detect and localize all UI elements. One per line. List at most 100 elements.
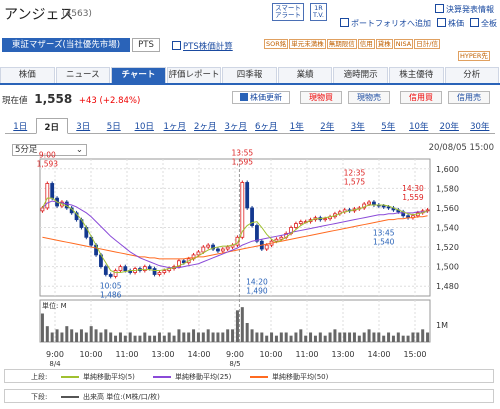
y-tick-label: 1,520: [436, 243, 459, 252]
ma5-swatch: [61, 376, 79, 378]
volume-bar: [50, 332, 54, 342]
y-tick-label: 1,500: [436, 263, 459, 272]
volume-bar: [323, 335, 327, 342]
candle-body: [381, 205, 386, 208]
volume-bar: [416, 332, 420, 342]
volume-bar: [294, 332, 298, 342]
volume-bar: [333, 329, 337, 342]
annotation-value: 1,486: [100, 290, 122, 299]
volume-swatch: [61, 396, 79, 398]
x-tick-label: 9:00: [226, 350, 244, 359]
y-tick-label: 1,540: [436, 224, 459, 233]
y-tick-label: 1,560: [436, 204, 459, 213]
volume-bar: [60, 332, 64, 342]
volume-bar: [309, 332, 313, 342]
volume-bar: [411, 332, 415, 342]
candle-body: [206, 244, 211, 248]
y-tick-label: 1,580: [436, 184, 459, 193]
volume-bar: [426, 332, 430, 342]
candle-body: [225, 246, 230, 250]
volume-unit-label: 単位: M: [42, 301, 67, 310]
volume-bar: [391, 335, 395, 342]
legend-ma25: 単純移動平均(25): [175, 373, 232, 381]
x-tick-label: 13:00: [151, 350, 174, 359]
candle-body: [279, 236, 284, 240]
volume-bar: [396, 332, 400, 342]
candle-body: [118, 266, 123, 271]
volume-bar: [235, 310, 239, 342]
annotation-value: 1,595: [232, 158, 254, 167]
volume-bar: [289, 335, 293, 342]
volume-bar: [133, 335, 137, 342]
volume-bar: [196, 332, 200, 342]
candle-body: [386, 206, 391, 209]
volume-bar: [304, 335, 308, 342]
x-tick-label: 10:00: [79, 350, 102, 359]
x-tick-label: 15:00: [403, 350, 426, 359]
legend-ma5: 単純移動平均(5): [83, 373, 135, 381]
volume-bar: [260, 332, 264, 342]
candle-body: [113, 270, 118, 277]
price-chart: 1,4801,5001,5201,5401,5601,5801,6009:00 1…: [37, 149, 459, 368]
candle-body: [220, 248, 225, 252]
candle-body: [181, 260, 186, 264]
volume-bar: [192, 329, 196, 342]
volume-axis-label: 1M: [436, 321, 448, 330]
candle-body: [50, 183, 55, 199]
annotation-time: 13:45: [373, 229, 395, 238]
candle-body: [196, 251, 201, 256]
candle-body: [216, 248, 220, 252]
volume-bar: [265, 335, 269, 342]
candle-body: [162, 270, 167, 273]
volume-bar: [274, 335, 278, 342]
volume-bar: [240, 307, 244, 342]
x-tick-label: 11:00: [115, 350, 138, 359]
candle-body: [152, 268, 157, 275]
volume-bar: [284, 332, 288, 342]
volume-bar: [338, 332, 342, 342]
volume-bar: [187, 332, 191, 342]
x-date-label: 8/4: [49, 360, 61, 368]
volume-bar: [367, 329, 371, 342]
annotation-value: 1,559: [402, 193, 424, 202]
volume-bar: [362, 332, 366, 342]
volume-bar: [313, 335, 317, 342]
annotation-value: 1,593: [37, 160, 59, 169]
x-tick-label: 14:00: [187, 350, 210, 359]
volume-bar: [109, 332, 113, 342]
volume-bar: [118, 332, 122, 342]
legend-ma50: 単純移動平均(50): [272, 373, 329, 381]
volume-bar: [157, 332, 161, 342]
legend-lower: 下段: 出来高 単位:(M株/口/枚): [4, 389, 494, 403]
candle-body: [274, 238, 279, 242]
annotation-time: 14:20: [246, 277, 268, 286]
candle-body: [323, 218, 328, 221]
annotation-time: 9:00: [39, 151, 56, 160]
volume-bar: [387, 332, 391, 342]
volume-bar: [143, 332, 147, 342]
annotation-time: 10:05: [100, 281, 122, 290]
volume-bar: [153, 335, 157, 342]
volume-bar: [65, 326, 69, 342]
annotation-time: 13:55: [232, 149, 254, 158]
volume-bar: [45, 326, 49, 342]
volume-bar: [128, 332, 132, 342]
volume-bar: [138, 335, 142, 342]
candle-body: [294, 223, 298, 228]
annotation-value: 1,490: [246, 286, 268, 295]
candle-body: [157, 272, 162, 275]
annotation-value: 1,540: [373, 238, 395, 247]
legend-lower-label: 下段:: [31, 393, 48, 401]
legend-upper: 上段: 単純移動平均(5) 単純移動平均(25) 単純移動平均(50): [4, 369, 494, 383]
x-tick-label: 13:00: [331, 350, 354, 359]
annotation-value: 1,575: [344, 177, 366, 186]
legend-volume: 出来高 単位:(M株/口/枚): [83, 393, 160, 401]
annotation-time: 12:35: [344, 168, 366, 177]
x-tick-label: 14:00: [367, 350, 390, 359]
volume-bar: [162, 335, 166, 342]
candle-body: [264, 244, 269, 250]
volume-bar: [40, 313, 44, 342]
volume-bar: [94, 329, 98, 342]
volume-bar: [206, 329, 210, 342]
volume-bar: [211, 332, 215, 342]
